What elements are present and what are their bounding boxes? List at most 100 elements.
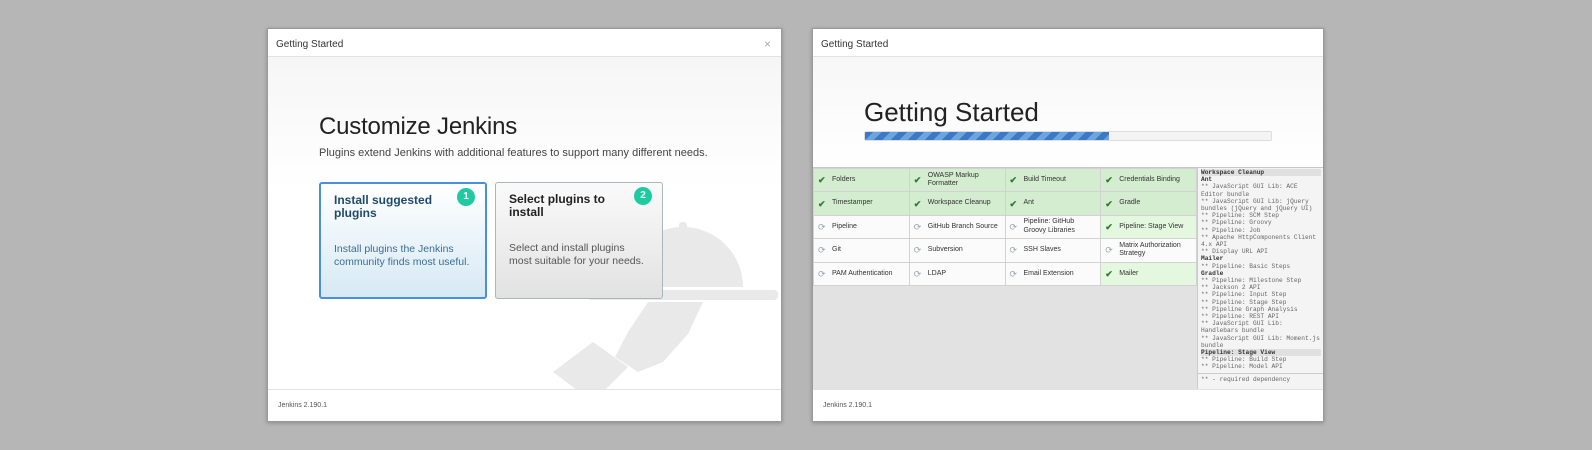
option-description: Select and install plugins most suitable… [509,242,644,267]
checkmark-icon: ✔ [913,174,922,185]
progress-panel: Getting Started [813,57,1323,167]
plugin-status-grid: ✔ Folders ✔ OWASP Markup Formatter ✔ Build Ti… [813,167,1197,392]
plugin-cell: ✔ Mailer [1100,261,1197,286]
log-divider [1198,373,1323,374]
plugin-cell: ⟳ SSH Slaves [1004,238,1102,263]
plugin-name: Ant [1023,199,1035,207]
log-dependency-line: ** JavaScript GUI Lib: Handlebars bundle [1201,320,1283,335]
getting-started-dialog: Getting Started Getting Started ✔ Folders… [812,28,1324,422]
log-dependency-line: ** Pipeline: Stage Step [1201,298,1287,306]
page-title: Customize Jenkins [319,113,518,140]
log-dependency-line: ** JavaScript GUI Lib: Moment.js bundle [1201,334,1320,349]
plugin-name: Workspace Cleanup [927,199,991,207]
option-number-badge: 1 [457,188,475,206]
plugin-name: Git [832,246,841,254]
plugin-cell: ✔ Workspace Cleanup [908,191,1006,216]
plugin-name: Mailer [1119,269,1139,277]
log-lines: Workspace Cleanup Ant ** JavaScript GUI Li… [1201,169,1321,371]
log-footnote: ** - required dependency [1201,375,1291,383]
checkmark-icon: ✔ [818,174,826,185]
refresh-icon: ⟳ [1105,245,1113,256]
plugin-name: GitHub Branch Source [927,222,998,230]
checkmark-icon: ✔ [818,198,826,209]
refresh-icon: ⟳ [1009,221,1018,232]
plugin-cell: ⟳ Email Extension [1004,261,1102,286]
plugin-name: LDAP [927,269,947,277]
plugin-name: Matrix Authorization Strategy [1119,241,1181,258]
option-number-badge: 2 [634,187,652,205]
log-dependency-line: ** Pipeline: Job [1201,226,1261,234]
plugin-cell: ⟳ Subversion [908,238,1006,263]
install-suggested-plugins-button[interactable]: 1 Install suggested plugins Install plug… [319,182,487,299]
dialog-body: Customize Jenkins Plugins extend Jenkins… [268,57,781,397]
dialog-header: Getting Started [813,29,1323,57]
plugin-name: Subversion [927,246,963,254]
plugin-name: Pipeline: Stage View [1119,222,1184,230]
plugin-name: Gradle [1119,199,1141,207]
plugin-name: Timestamper [832,199,873,207]
log-dependency-line: ** Pipeline: REST API [1201,313,1279,321]
log-dependency-line: ** Pipeline: Groovy [1201,219,1272,227]
install-log[interactable]: Workspace Cleanup Ant ** JavaScript GUI Li… [1197,167,1323,392]
log-dependency-line: ** Pipeline: Basic Steps [1201,262,1291,270]
log-plugin-heading: Workspace Cleanup [1201,169,1321,177]
version-footer: Jenkins 2.190.1 [813,389,1323,421]
checkmark-icon: ✔ [1105,198,1113,209]
log-dependency-line: ** JavaScript GUI Lib: ACE Editor bundle [1201,183,1298,198]
log-dependency-line: ** JavaScript GUI Lib: jQuery bundles (j… [1201,197,1313,213]
plugin-cell: ⟳ LDAP [908,261,1006,286]
plugin-cell: ✔ Gradle [1100,191,1197,216]
log-dependency-line: ** Pipeline: Input Step [1201,291,1287,299]
checkmark-icon: ✔ [1105,268,1113,279]
plugin-name: Pipeline: GitHub Groovy Libraries [1023,218,1075,234]
customize-jenkins-dialog: Getting Started × Customize Jenkins Plug… [267,28,782,422]
plugin-name: Credentials Binding [1119,175,1180,183]
checkmark-icon: ✔ [1009,198,1018,209]
refresh-icon: ⟳ [818,268,826,279]
plugin-row: ✔ Folders ✔ OWASP Markup Formatter ✔ Build Ti… [813,167,1197,193]
log-dependency-line: ** Display URL API [1201,248,1268,256]
plugin-name: PAM Authentication [832,269,893,277]
option-description: Install plugins the Jenkins community fi… [334,243,470,268]
log-dependency-line: ** Pipeline: Model API [1201,363,1283,371]
plugin-cell: ✔ Folders [813,167,910,193]
refresh-icon: ⟳ [1009,268,1018,279]
option-title: Select plugins to install [509,192,606,219]
refresh-icon: ⟳ [818,245,826,256]
log-plugin-heading: Pipeline: Stage View [1201,349,1321,357]
log-plugin-heading: Ant [1201,176,1213,184]
plugin-cell: ✔ Credentials Binding [1100,167,1197,193]
plugin-cell: ⟳ GitHub Branch Source [908,214,1006,240]
dialog-title: Getting Started [276,39,344,50]
version-footer: Jenkins 2.190.1 [268,389,781,421]
log-dependency-line: ** Pipeline: SCM Step [1201,212,1279,220]
dialog-title: Getting Started [821,39,889,50]
plugin-cell: ⟳ Git [813,238,910,263]
plugin-row: ✔ Timestamper ✔ Workspace Cleanup ✔ Ant ✔ Gradl… [813,191,1197,216]
plugin-row: ⟳ Git ⟳ Subversion ⟳ SSH Slaves ⟳ Matrix Author… [813,238,1197,263]
checkmark-icon: ✔ [1009,174,1018,185]
log-dependency-line: ** Pipeline: Build Step [1201,356,1287,364]
checkmark-icon: ✔ [1105,174,1113,185]
refresh-icon: ⟳ [913,245,922,256]
plugin-name: OWASP Markup Formatter [927,171,979,188]
plugin-table: ✔ Folders ✔ OWASP Markup Formatter ✔ Build Ti… [813,167,1197,286]
plugin-cell: ✔ OWASP Markup Formatter [908,167,1006,193]
plugin-name: SSH Slaves [1023,246,1061,254]
select-plugins-button[interactable]: 2 Select plugins to install Select and i… [495,182,663,299]
plugin-cell: ✔ Pipeline: Stage View [1100,214,1197,240]
plugin-row: ⟳ Pipeline ⟳ GitHub Branch Source ⟳ Pipeline:… [813,214,1197,240]
plugin-cell: ⟳ Pipeline [813,214,910,240]
refresh-icon: ⟳ [913,221,922,232]
page-title: Getting Started [864,97,1039,127]
log-dependency-line: ** Apache HttpComponents Client 4.x API [1201,233,1317,249]
plugin-cell: ⟳ Matrix Authorization Strategy [1100,238,1197,263]
plugin-cell: ✔ Build Timeout [1004,167,1102,193]
option-title: Install suggested plugins [334,193,433,220]
refresh-icon: ⟳ [1009,245,1018,256]
refresh-icon: ⟳ [818,221,826,232]
close-icon[interactable]: × [764,37,771,51]
plugin-name: Email Extension [1023,269,1074,277]
refresh-icon: ⟳ [913,268,922,279]
plugin-cell: ⟳ Pipeline: GitHub Groovy Libraries [1004,214,1102,240]
